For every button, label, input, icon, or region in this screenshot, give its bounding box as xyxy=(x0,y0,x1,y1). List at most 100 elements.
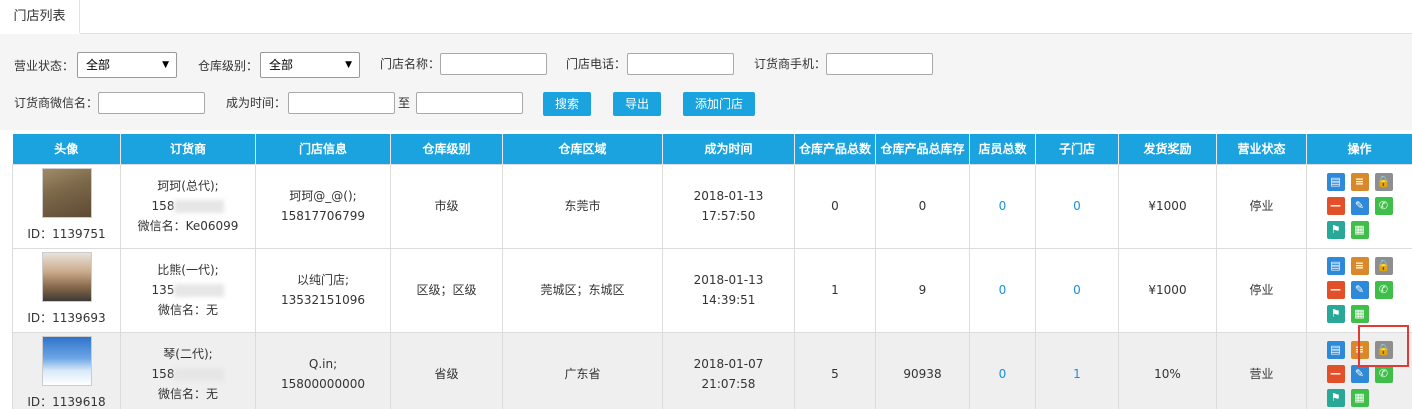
col-actions: 操作 xyxy=(1306,134,1412,164)
table-row: ID：1139751 珂珂(总代); 158 微信名：Ke06099 珂珂@_@… xyxy=(12,163,1412,249)
table-header-row: 头像 订货商 门店信息 仓库级别 仓库区域 成为时间 仓库产品总数 仓库产品总库… xyxy=(12,134,1412,164)
list-icon[interactable]: ≡ xyxy=(1350,173,1369,191)
highlight-box xyxy=(1358,325,1409,367)
tab-bar: 门店列表 xyxy=(0,0,1412,34)
phone-icon[interactable]: ✆ xyxy=(1374,365,1393,383)
minus-icon[interactable]: — xyxy=(1326,365,1345,383)
edit-icon[interactable]: ✎ xyxy=(1350,197,1369,215)
store-id: ID：1139693 xyxy=(27,311,106,325)
minus-icon[interactable]: — xyxy=(1326,281,1345,299)
document-icon[interactable]: ▦ xyxy=(1350,389,1369,407)
supplier-phone-label: 订货商手机： xyxy=(754,57,827,71)
flag-icon[interactable]: ⚑ xyxy=(1326,221,1345,239)
col-staff-count: 店员总数 xyxy=(969,134,1036,164)
action-icons: ▤ ≡ 🔒 — ✎ ✆ ⚑ ▦ xyxy=(1320,257,1400,323)
became-date: 2018-01-07 xyxy=(693,357,764,371)
chart-icon[interactable]: ▤ xyxy=(1326,341,1345,359)
warehouse-area: 东莞市 xyxy=(502,163,663,249)
supplier-wechat: 微信名：Ke06099 xyxy=(137,219,239,233)
became-time-label: 成为时间： xyxy=(226,96,287,110)
store-name: 珂珂@_@(); xyxy=(289,189,357,203)
biz-status-select[interactable]: 全部 ▼ xyxy=(77,52,177,78)
became-date: 2018-01-13 xyxy=(693,189,764,203)
col-sub-stores: 子门店 xyxy=(1035,134,1119,164)
filter-panel: 营业状态： 全部 ▼ 仓库级别： 全部 ▼ 门店名称： 门店电话： 订货商手机：… xyxy=(0,34,1412,130)
to-label: 至 xyxy=(398,96,411,110)
supplier-phone-input[interactable] xyxy=(826,53,933,75)
col-warehouse-area: 仓库区域 xyxy=(502,134,663,164)
became-date: 2018-01-13 xyxy=(693,273,764,287)
store-id: ID：1139751 xyxy=(27,227,106,241)
became-time: 21:07:58 xyxy=(701,377,756,391)
product-count: 0 xyxy=(794,163,876,249)
avatar xyxy=(41,252,92,302)
search-button[interactable]: 搜索 xyxy=(543,92,592,116)
chevron-down-icon: ▼ xyxy=(162,60,169,70)
warehouse-area: 莞城区；东城区 xyxy=(502,247,663,333)
phone-icon[interactable]: ✆ xyxy=(1374,197,1393,215)
lock-icon[interactable]: 🔒 xyxy=(1374,173,1393,191)
supplier-name: 珂珂(总代); xyxy=(157,179,219,193)
biz-status-label: 营业状态： xyxy=(14,59,75,73)
tab-store-list[interactable]: 门店列表 xyxy=(0,0,80,34)
biz-status: 停业 xyxy=(1216,163,1307,249)
minus-icon[interactable]: — xyxy=(1326,197,1345,215)
store-phone-label: 门店电话： xyxy=(566,57,627,71)
col-store-info: 门店信息 xyxy=(255,134,391,164)
lock-icon[interactable]: 🔒 xyxy=(1374,257,1393,275)
col-product-count: 仓库产品总数 xyxy=(794,134,876,164)
add-store-button[interactable]: 添加门店 xyxy=(683,92,756,116)
sub-stores-link[interactable]: 1 xyxy=(1073,367,1081,381)
wechat-input[interactable] xyxy=(98,92,205,114)
store-table: 头像 订货商 门店信息 仓库级别 仓库区域 成为时间 仓库产品总数 仓库产品总库… xyxy=(12,134,1412,409)
supplier-phone: 135 xyxy=(151,283,175,297)
end-date-input[interactable] xyxy=(416,92,523,114)
supplier-name: 比熊(一代); xyxy=(157,263,219,277)
product-stock: 0 xyxy=(875,163,970,249)
warehouse-level: 市级 xyxy=(390,163,503,249)
warehouse-level-label: 仓库级别： xyxy=(198,59,259,73)
col-warehouse-level: 仓库级别 xyxy=(390,134,503,164)
warehouse-area: 广东省 xyxy=(502,331,663,409)
flag-icon[interactable]: ⚑ xyxy=(1326,389,1345,407)
action-icons: ▤ ≡ 🔒 — ✎ ✆ ⚑ ▦ xyxy=(1320,173,1400,239)
document-icon[interactable]: ▦ xyxy=(1350,305,1369,323)
supplier-name: 琴(二代); xyxy=(163,347,213,361)
warehouse-level: 省级 xyxy=(390,331,503,409)
biz-status-value: 全部 xyxy=(86,58,111,72)
supplier-wechat: 微信名：无 xyxy=(157,303,218,317)
reward: ¥1000 xyxy=(1118,247,1217,333)
sub-stores-link[interactable]: 0 xyxy=(1073,199,1081,213)
document-icon[interactable]: ▦ xyxy=(1350,221,1369,239)
staff-count-link[interactable]: 0 xyxy=(999,199,1007,213)
export-button[interactable]: 导出 xyxy=(613,92,662,116)
product-count: 1 xyxy=(794,247,876,333)
warehouse-level-select[interactable]: 全部 ▼ xyxy=(260,52,360,78)
warehouse-level-value: 全部 xyxy=(269,58,294,72)
start-date-input[interactable] xyxy=(288,92,395,114)
biz-status: 停业 xyxy=(1216,247,1307,333)
edit-icon[interactable]: ✎ xyxy=(1350,281,1369,299)
store-phone-input[interactable] xyxy=(627,53,734,75)
edit-icon[interactable]: ✎ xyxy=(1350,365,1369,383)
sub-stores-link[interactable]: 0 xyxy=(1073,283,1081,297)
phone-icon[interactable]: ✆ xyxy=(1374,281,1393,299)
avatar xyxy=(41,168,92,218)
staff-count-link[interactable]: 0 xyxy=(999,283,1007,297)
list-icon[interactable]: ≡ xyxy=(1350,257,1369,275)
table-row: ID：1139618 琴(二代); 158 微信名：无 Q.in; 158000… xyxy=(12,331,1412,409)
reward: 10% xyxy=(1118,331,1217,409)
supplier-phone: 158 xyxy=(151,199,175,213)
col-avatar: 头像 xyxy=(12,134,121,164)
reward: ¥1000 xyxy=(1118,163,1217,249)
col-biz-status: 营业状态 xyxy=(1216,134,1307,164)
store-name: 以纯门店; xyxy=(296,273,350,287)
product-stock: 90938 xyxy=(875,331,970,409)
store-name-input[interactable] xyxy=(440,53,547,75)
chart-icon[interactable]: ▤ xyxy=(1326,173,1345,191)
staff-count-link[interactable]: 0 xyxy=(999,367,1007,381)
store-name: Q.in; xyxy=(308,357,338,371)
redacted-phone xyxy=(174,200,225,213)
chart-icon[interactable]: ▤ xyxy=(1326,257,1345,275)
flag-icon[interactable]: ⚑ xyxy=(1326,305,1345,323)
